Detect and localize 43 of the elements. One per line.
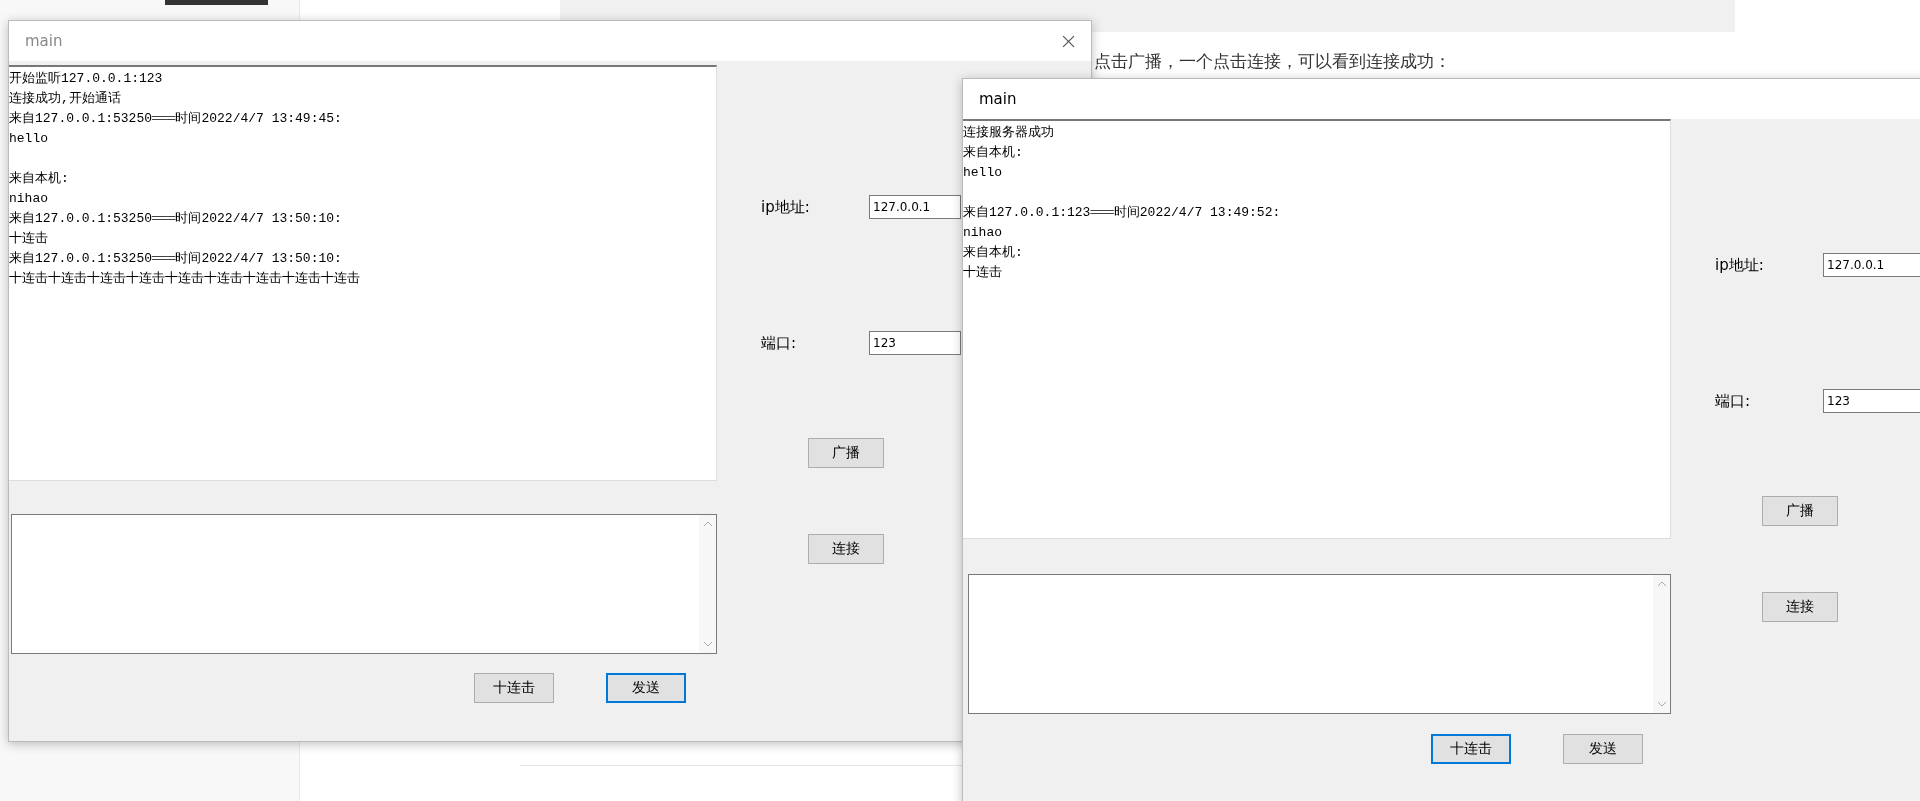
side-button[interactable]: 广播 (808, 438, 884, 468)
action-button[interactable]: 十连击 (474, 673, 554, 703)
action-button[interactable]: 发送 (606, 673, 686, 703)
log-line: 开始监听127.0.0.1:123 (9, 71, 163, 86)
scroll-down-icon[interactable] (1656, 701, 1667, 707)
scroll-down-icon[interactable] (702, 641, 713, 647)
side-button[interactable]: 连接 (808, 534, 884, 564)
log-line: 来自127.0.0.1:53250═══时间2022/4/7 13:49:45: (9, 111, 342, 126)
log-line: 连接成功,开始通话 (9, 91, 121, 106)
log-line: 来自本机: (9, 171, 69, 186)
field-label: 端口: (761, 333, 798, 353)
log-line: 来自127.0.0.1:123═══时间2022/4/7 13:49:52: (963, 205, 1281, 220)
log-line: hello (963, 165, 1002, 180)
text-field[interactable]: 127.0.0.1 (1823, 253, 1920, 277)
side-button[interactable]: 广播 (1762, 496, 1838, 526)
field-label: ip地址: (1715, 255, 1765, 275)
message-input[interactable] (968, 574, 1671, 714)
article-text: 点击广播，一个点击连接，可以看到连接成功： (1094, 50, 1451, 73)
text-field[interactable]: 127.0.0.1 (869, 195, 961, 219)
log-line: 十连击 (9, 231, 48, 246)
log-line: nihao (963, 225, 1002, 240)
side-button[interactable]: 连接 (1762, 592, 1838, 622)
window-title: main (25, 32, 63, 50)
text-field[interactable]: 123 (1823, 389, 1920, 413)
close-icon[interactable] (1062, 34, 1075, 48)
text-field[interactable]: 123 (869, 331, 961, 355)
action-button[interactable]: 发送 (1563, 734, 1643, 764)
log-line: hello (9, 131, 48, 146)
scroll-up-icon[interactable] (702, 521, 713, 527)
message-input[interactable] (11, 514, 717, 654)
log-line: 连接服务器成功 (963, 125, 1054, 140)
field-label: 端口: (1715, 391, 1752, 411)
log-line: 十连击十连击十连击十连击十连击十连击十连击十连击十连击 (9, 271, 360, 286)
log-line: 来自本机: (963, 145, 1023, 160)
log-line: 十连击 (963, 265, 1002, 280)
action-button[interactable]: 十连击 (1431, 734, 1511, 764)
log-line: 来自127.0.0.1:53250═══时间2022/4/7 13:50:10: (9, 211, 342, 226)
log-line: 来自本机: (963, 245, 1023, 260)
log-line: 来自127.0.0.1:53250═══时间2022/4/7 13:50:10: (9, 251, 342, 266)
scroll-up-icon[interactable] (1656, 581, 1667, 587)
field-label: ip地址: (761, 197, 811, 217)
log-line: nihao (9, 191, 48, 206)
window-title: main (979, 90, 1017, 108)
